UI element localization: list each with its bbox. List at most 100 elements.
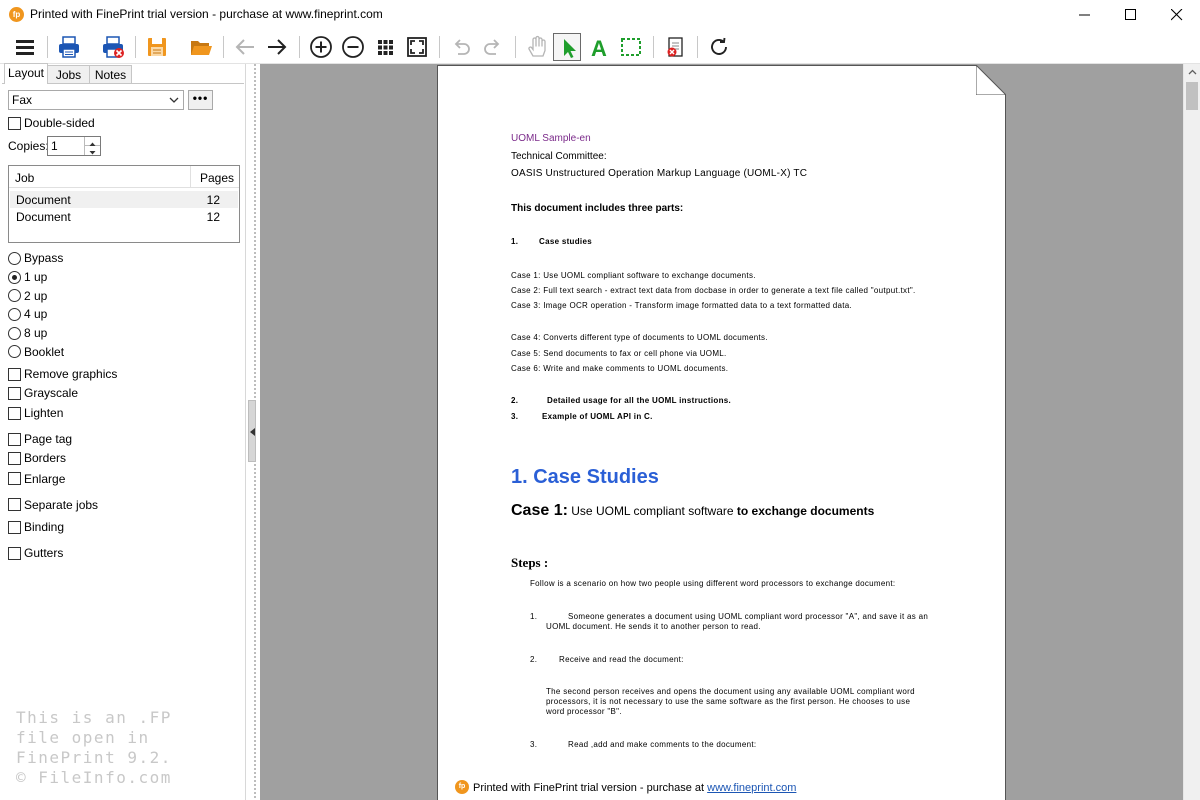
redo-icon bbox=[484, 39, 500, 55]
svg-text:A: A bbox=[591, 36, 607, 59]
fit-page-button[interactable] bbox=[403, 33, 431, 61]
doc-case-line: Case 2: Full text search - extract text … bbox=[511, 286, 916, 295]
separate-jobs-checkbox[interactable] bbox=[8, 498, 21, 511]
page-tag-label: Page tag bbox=[24, 432, 73, 446]
scroll-up-icon[interactable] bbox=[1188, 69, 1197, 75]
folder-open-icon bbox=[191, 41, 212, 55]
undo-button[interactable] bbox=[447, 33, 475, 61]
binding-checkbox[interactable] bbox=[8, 521, 21, 534]
page-tag-checkbox[interactable] bbox=[8, 433, 21, 446]
layout-radio-4up[interactable] bbox=[8, 308, 21, 321]
layout-radio-bypass[interactable] bbox=[8, 252, 21, 265]
close-button[interactable] bbox=[1154, 0, 1200, 30]
window-title: Printed with FinePrint trial version - p… bbox=[30, 7, 383, 21]
menu-button[interactable] bbox=[11, 33, 39, 61]
print-delete-button[interactable] bbox=[99, 33, 127, 61]
doc-footer-text: Printed with FinePrint trial version - p… bbox=[473, 782, 708, 794]
grayscale-checkbox[interactable] bbox=[8, 387, 21, 400]
enlarge-checkbox[interactable] bbox=[8, 472, 21, 485]
doc-case-line: Case 3: Image OCR operation - Transform … bbox=[511, 301, 853, 310]
copies-increment[interactable] bbox=[85, 137, 100, 146]
printer-select[interactable]: Fax bbox=[8, 90, 184, 110]
jobs-table-header: Job Pages bbox=[9, 166, 239, 188]
tab-layout[interactable]: Layout bbox=[4, 63, 48, 84]
printer-select-value: Fax bbox=[12, 93, 33, 107]
select-tool-button[interactable] bbox=[553, 33, 581, 61]
page-preview-area[interactable]: UOML Sample-en Technical Committee: OASI… bbox=[260, 64, 1183, 800]
vertical-scrollbar[interactable] bbox=[1183, 64, 1200, 800]
text-a-icon: A bbox=[591, 36, 607, 59]
back-button[interactable] bbox=[231, 33, 259, 61]
layout-label-2up: 2 up bbox=[24, 289, 48, 303]
forward-button[interactable] bbox=[263, 33, 291, 61]
gutters-checkbox[interactable] bbox=[8, 547, 21, 560]
toolbar-separator bbox=[223, 36, 224, 58]
borders-checkbox[interactable] bbox=[8, 452, 21, 465]
doc-step2: Receive and read the document: bbox=[559, 655, 684, 664]
undo-icon bbox=[454, 39, 470, 55]
zoom-in-button[interactable] bbox=[307, 33, 335, 61]
save-button[interactable] bbox=[143, 33, 171, 61]
collapse-panel-button[interactable] bbox=[248, 400, 256, 462]
tab-jobs[interactable]: Jobs bbox=[47, 65, 90, 84]
redo-button[interactable] bbox=[479, 33, 507, 61]
toolbar-separator bbox=[653, 36, 654, 58]
doc-step1-number: 1. bbox=[530, 612, 538, 621]
copies-decrement[interactable] bbox=[85, 146, 100, 155]
doc-part2: Detailed usage for all the UOML instruct… bbox=[547, 396, 732, 405]
floppy-icon bbox=[148, 38, 166, 56]
job-name: Document bbox=[16, 210, 71, 224]
doc-step3: Read ,add and make comments to the docum… bbox=[568, 740, 757, 749]
doc-case1-mid: Use UOML compliant software bbox=[571, 504, 734, 518]
thumbnails-button[interactable] bbox=[371, 33, 399, 61]
doc-committee: Technical Committee: bbox=[511, 151, 607, 162]
layout-label-bypass: Bypass bbox=[24, 251, 64, 265]
doc-case-line: Case 5: Send documents to fax or cell ph… bbox=[511, 349, 727, 358]
zoom-in-icon bbox=[310, 36, 332, 58]
copies-label: Copies: bbox=[8, 139, 49, 153]
maximize-button[interactable] bbox=[1108, 0, 1154, 30]
delete-page-button[interactable] bbox=[661, 33, 689, 61]
print-button[interactable] bbox=[55, 33, 83, 61]
column-header-pages[interactable]: Pages bbox=[190, 166, 239, 188]
doc-step2-para: word processor "B". bbox=[546, 707, 622, 716]
watermark-line: © FileInfo.com bbox=[16, 768, 172, 787]
copies-input[interactable]: 1 bbox=[47, 136, 101, 156]
tab-notes[interactable]: Notes bbox=[89, 65, 132, 84]
doc-footer-link[interactable]: www.fineprint.com bbox=[707, 782, 796, 794]
zoom-out-button[interactable] bbox=[339, 33, 367, 61]
add-text-button[interactable]: A bbox=[586, 33, 614, 61]
table-row[interactable]: Document 12 bbox=[10, 208, 238, 225]
layout-radio-8up[interactable] bbox=[8, 327, 21, 340]
layout-label-4up: 4 up bbox=[24, 307, 48, 321]
fineprint-logo-icon: fp bbox=[455, 780, 469, 794]
doc-footer: Printed with FinePrint trial version - p… bbox=[473, 782, 796, 794]
doc-step2-para: processors, it is not necessary to use t… bbox=[546, 697, 911, 706]
double-sided-checkbox[interactable] bbox=[8, 117, 21, 130]
layout-radio-2up[interactable] bbox=[8, 289, 21, 302]
doc-steps-intro: Follow is a scenario on how two people u… bbox=[530, 579, 896, 588]
close-icon bbox=[1171, 9, 1183, 21]
table-row[interactable]: Document 12 bbox=[10, 191, 238, 208]
open-button[interactable] bbox=[187, 33, 215, 61]
refresh-button[interactable] bbox=[705, 33, 733, 61]
scrollbar-thumb[interactable] bbox=[1186, 82, 1198, 110]
pan-button[interactable] bbox=[523, 33, 551, 61]
doc-step1-line1: Someone generates a document using UOML … bbox=[568, 612, 929, 621]
doc-case1-end: to exchange documents bbox=[736, 504, 875, 518]
remove-graphics-checkbox[interactable] bbox=[8, 368, 21, 381]
printer-x-icon bbox=[103, 36, 124, 58]
select-area-button[interactable] bbox=[617, 33, 645, 61]
layout-radio-booklet[interactable] bbox=[8, 345, 21, 358]
triangle-left-icon bbox=[250, 428, 255, 436]
copies-value: 1 bbox=[51, 139, 58, 153]
toolbar-separator bbox=[299, 36, 300, 58]
minimize-button[interactable] bbox=[1062, 0, 1108, 30]
printer-options-button[interactable]: ••• bbox=[188, 90, 213, 110]
column-header-job[interactable]: Job bbox=[15, 171, 34, 185]
panel-splitter[interactable] bbox=[246, 64, 260, 800]
layout-panel: Layout Jobs Notes Fax ••• Double-sided C… bbox=[0, 63, 246, 800]
page-delete-icon bbox=[667, 37, 683, 57]
layout-radio-1up[interactable] bbox=[8, 271, 21, 284]
lighten-checkbox[interactable] bbox=[8, 407, 21, 420]
